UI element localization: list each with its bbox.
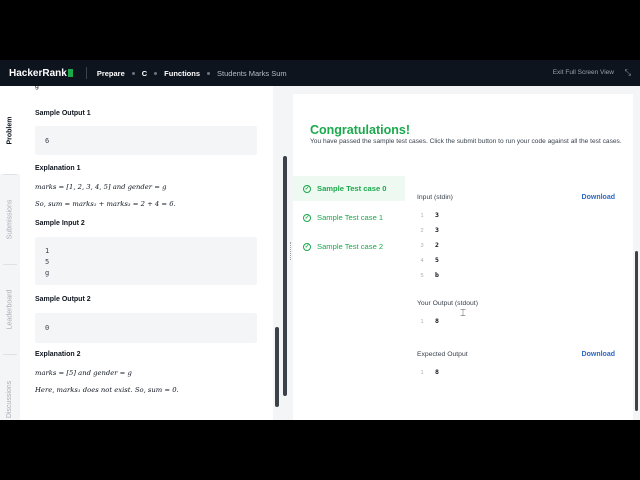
- explanation-2-line-1: marks = [5] and gender = g: [35, 369, 132, 377]
- your-output-section: Your Output (stdout) 18: [417, 300, 615, 330]
- breadcrumb-prepare[interactable]: Prepare: [97, 69, 125, 78]
- download-input-link[interactable]: Download: [582, 194, 615, 201]
- check-circle-icon: ✓: [303, 213, 311, 222]
- test-case-0-tab[interactable]: ✓ Sample Test case 0: [293, 176, 405, 201]
- tab-leaderboard[interactable]: Leaderboard: [0, 265, 20, 353]
- explanation-2-heading: Explanation 2: [35, 351, 81, 358]
- test-case-1-tab[interactable]: ✓ Sample Test case 1: [293, 205, 405, 230]
- text-fragment: g: [35, 86, 39, 90]
- breadcrumb-functions[interactable]: Functions: [164, 69, 200, 78]
- input-line: 5b: [420, 271, 439, 279]
- app-window: HackerRank Prepare C Functions Students …: [0, 60, 640, 420]
- input-section: Input (stdin) Download 13 23 32 45 5b: [417, 194, 615, 284]
- input-line: 23: [420, 226, 439, 234]
- top-navigation-bar: HackerRank Prepare C Functions Students …: [0, 60, 640, 86]
- breadcrumb-c[interactable]: C: [142, 69, 147, 78]
- input-line: 13: [420, 211, 439, 219]
- expected-line: 18: [420, 368, 439, 376]
- sample-input-2-heading: Sample Input 2: [35, 220, 85, 227]
- sample-output-2-heading: Sample Output 2: [35, 296, 91, 303]
- exit-full-screen-button[interactable]: Exit Full Screen View: [553, 69, 614, 76]
- test-case-2-tab[interactable]: ✓ Sample Test case 2: [293, 234, 405, 259]
- mouse-cursor-icon: ⌶: [460, 308, 466, 319]
- output-line: 18: [420, 317, 439, 325]
- tab-discussions[interactable]: Discussions: [0, 355, 20, 420]
- divider: [85, 67, 87, 79]
- collapse-icon[interactable]: ⤡: [625, 68, 631, 78]
- sample-output-1-heading: Sample Output 1: [35, 110, 91, 117]
- download-expected-link[interactable]: Download: [582, 351, 615, 358]
- letterbox-bottom: [0, 420, 640, 480]
- tab-problem[interactable]: Problem: [0, 86, 20, 174]
- results-scrollbar-thumb[interactable]: [635, 251, 638, 411]
- hackerrank-logo[interactable]: HackerRank: [9, 68, 73, 79]
- sample-output-2-box: 0: [35, 313, 257, 343]
- test-results-panel: Congratulations! You have passed the sam…: [293, 94, 633, 420]
- explanation-1-heading: Explanation 1: [35, 165, 81, 172]
- sample-input-2-box: 1 5 g: [35, 237, 257, 285]
- check-circle-icon: ✓: [303, 242, 311, 251]
- expected-output-section: Expected Output Download 18: [417, 351, 615, 381]
- expected-output-label: Expected Output: [417, 351, 468, 358]
- explanation-1-line-1: marks = [1, 2, 3, 4, 5] and gender = g: [35, 183, 167, 191]
- logo-text: HackerRank: [9, 67, 67, 79]
- problem-scrollbar-thumb[interactable]: [275, 327, 279, 407]
- split-drag-bar[interactable]: [283, 156, 287, 396]
- breadcrumb-dot-icon: [131, 71, 135, 75]
- sample-output-1-box: 6: [35, 126, 257, 155]
- congratulations-title: Congratulations!: [310, 123, 410, 137]
- tab-submissions[interactable]: Submissions: [0, 175, 20, 263]
- explanation-2-line-2: Here, marks₁ does not exist. So, sum = 0…: [35, 386, 179, 394]
- logo-mark-icon: [67, 69, 73, 77]
- vertical-tab-rail: Problem Submissions Leaderboard Discussi…: [0, 86, 20, 420]
- resize-handle-icon[interactable]: [290, 242, 292, 260]
- input-line: 45: [420, 256, 439, 264]
- check-circle-icon: ✓: [303, 184, 311, 193]
- input-line: 32: [420, 241, 439, 249]
- breadcrumb-dot-icon: [207, 71, 211, 75]
- explanation-1-line-2: So, sum = marks₁ + marks₃ = 2 + 4 = 6.: [35, 200, 176, 208]
- congratulations-message: You have passed the sample test cases. C…: [310, 138, 622, 145]
- breadcrumb-current: Students Marks Sum: [217, 68, 287, 78]
- letterbox-top: [0, 0, 640, 60]
- problem-statement-panel[interactable]: g Sample Output 1 6 Explanation 1 marks …: [20, 86, 273, 420]
- input-label: Input (stdin): [417, 194, 453, 201]
- breadcrumb-dot-icon: [154, 71, 158, 75]
- your-output-label: Your Output (stdout): [417, 300, 478, 307]
